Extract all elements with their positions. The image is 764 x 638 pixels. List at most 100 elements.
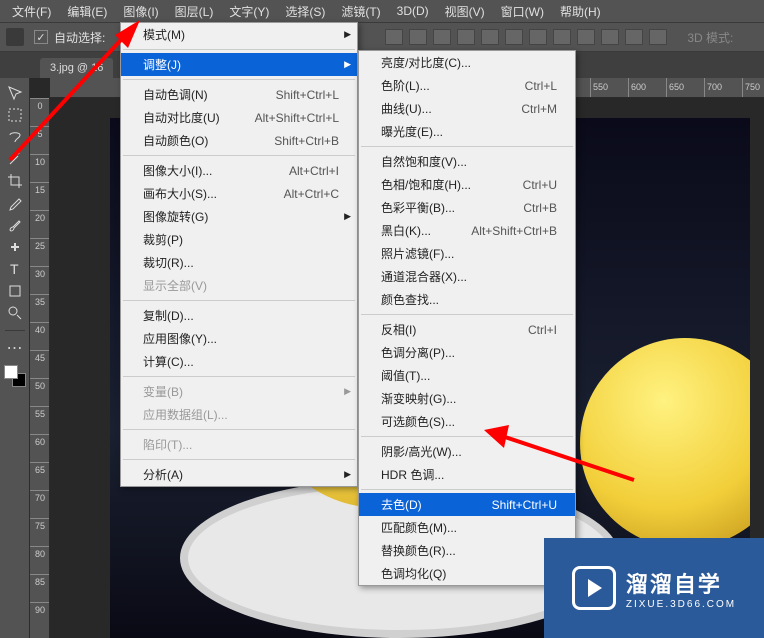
menu-item[interactable]: 颜色查找... xyxy=(359,288,575,311)
foreground-color-swatch[interactable] xyxy=(4,365,18,379)
menu-item-label: 自然饱和度(V)... xyxy=(381,153,467,170)
menu-item[interactable]: 黑白(K)...Alt+Shift+Ctrl+B xyxy=(359,219,575,242)
menu-item[interactable]: 分析(A)▶ xyxy=(121,463,357,486)
crop-tool-icon[interactable] xyxy=(4,172,26,190)
menu-item[interactable]: 计算(C)... xyxy=(121,350,357,373)
menubar-item[interactable]: 图像(I) xyxy=(115,1,166,22)
menu-item[interactable]: 替换颜色(R)... xyxy=(359,539,575,562)
menu-item[interactable]: 裁切(R)... xyxy=(121,251,357,274)
menubar-item[interactable]: 窗口(W) xyxy=(493,1,552,22)
menu-item[interactable]: 阈值(T)... xyxy=(359,364,575,387)
type-tool-icon[interactable]: T xyxy=(4,260,26,278)
healing-tool-icon[interactable] xyxy=(4,238,26,256)
align-icon[interactable] xyxy=(385,29,403,45)
ruler-tick: 15 xyxy=(30,182,50,195)
menu-item-label: 画布大小(S)... xyxy=(143,185,217,202)
align-icon[interactable] xyxy=(553,29,571,45)
ruler-tick: 0 xyxy=(30,98,50,111)
menu-item[interactable]: 色相/饱和度(H)...Ctrl+U xyxy=(359,173,575,196)
play-icon xyxy=(572,566,616,610)
align-icon[interactable] xyxy=(601,29,619,45)
menu-item[interactable]: 自动对比度(U)Alt+Shift+Ctrl+L xyxy=(121,106,357,129)
color-swatches[interactable] xyxy=(4,365,26,387)
shape-tool-icon[interactable] xyxy=(4,282,26,300)
logo-main-text: 溜溜自学 xyxy=(626,567,736,599)
menu-item[interactable]: 可选颜色(S)... xyxy=(359,410,575,433)
menu-item[interactable]: 图像大小(I)...Alt+Ctrl+I xyxy=(121,159,357,182)
lasso-tool-icon[interactable] xyxy=(4,128,26,146)
menu-item-label: 色阶(L)... xyxy=(381,77,430,94)
align-icon[interactable] xyxy=(625,29,643,45)
menu-item-label: 照片滤镜(F)... xyxy=(381,245,454,262)
menubar-item[interactable]: 3D(D) xyxy=(389,2,437,20)
menubar-item[interactable]: 选择(S) xyxy=(277,1,333,22)
menu-item[interactable]: 色彩平衡(B)...Ctrl+B xyxy=(359,196,575,219)
document-tab[interactable]: 3.jpg @ 16 xyxy=(40,58,113,78)
menu-item[interactable]: 画布大小(S)...Alt+Ctrl+C xyxy=(121,182,357,205)
menu-item[interactable]: 匹配颜色(M)... xyxy=(359,516,575,539)
menu-separator xyxy=(123,300,355,301)
ruler-tick: 600 xyxy=(628,78,646,98)
ruler-tick: 65 xyxy=(30,462,50,475)
menu-item[interactable]: 色调均化(Q) xyxy=(359,562,575,585)
menu-item[interactable]: 阴影/高光(W)... xyxy=(359,440,575,463)
brush-tool-icon[interactable] xyxy=(4,216,26,234)
align-icon[interactable] xyxy=(505,29,523,45)
move-tool-icon[interactable] xyxy=(4,84,26,102)
menu-item[interactable]: 色调分离(P)... xyxy=(359,341,575,364)
menubar-item[interactable]: 滤镜(T) xyxy=(333,1,388,22)
menu-item[interactable]: 曝光度(E)... xyxy=(359,120,575,143)
ruler-tick: 85 xyxy=(30,574,50,587)
menu-item[interactable]: 裁剪(P) xyxy=(121,228,357,251)
align-icon[interactable] xyxy=(433,29,451,45)
menu-item[interactable]: 渐变映射(G)... xyxy=(359,387,575,410)
menu-item-label: 色彩平衡(B)... xyxy=(381,199,455,216)
align-icon[interactable] xyxy=(649,29,667,45)
menu-item-label: 分析(A) xyxy=(143,466,183,483)
more-tools-icon[interactable]: ⋯ xyxy=(4,339,26,357)
menu-item[interactable]: 自然饱和度(V)... xyxy=(359,150,575,173)
image-menu-dropdown: 模式(M)▶ 调整(J)▶ 自动色调(N)Shift+Ctrl+L自动对比度(U)A… xyxy=(120,22,358,487)
menubar-item[interactable]: 文件(F) xyxy=(4,1,59,22)
menu-item[interactable]: 调整(J)▶ xyxy=(121,53,357,76)
menubar-item[interactable]: 视图(V) xyxy=(437,1,493,22)
ruler-tick: 25 xyxy=(30,238,50,251)
menu-item[interactable]: 自动色调(N)Shift+Ctrl+L xyxy=(121,83,357,106)
menubar-item[interactable]: 帮助(H) xyxy=(552,1,609,22)
auto-select-checkbox[interactable] xyxy=(34,30,48,44)
submenu-arrow-icon: ▶ xyxy=(344,211,351,222)
menu-item-label: 黑白(K)... xyxy=(381,222,431,239)
menu-item[interactable]: HDR 色调... xyxy=(359,463,575,486)
align-icon[interactable] xyxy=(481,29,499,45)
menubar-item[interactable]: 编辑(E) xyxy=(59,1,115,22)
menu-item-shortcut: Shift+Ctrl+B xyxy=(274,134,339,148)
menu-item[interactable]: 色阶(L)...Ctrl+L xyxy=(359,74,575,97)
menu-item[interactable]: 亮度/对比度(C)... xyxy=(359,51,575,74)
ruler-tick: 20 xyxy=(30,210,50,223)
align-icon[interactable] xyxy=(457,29,475,45)
align-icon[interactable] xyxy=(409,29,427,45)
ruler-tick: 90 xyxy=(30,602,50,615)
menubar-item[interactable]: 文字(Y) xyxy=(221,1,277,22)
zoom-tool-icon[interactable] xyxy=(4,304,26,322)
menu-item-shortcut: Alt+Shift+Ctrl+L xyxy=(255,111,339,125)
wand-tool-icon[interactable] xyxy=(4,150,26,168)
menu-item[interactable]: 去色(D)Shift+Ctrl+U xyxy=(359,493,575,516)
menu-item[interactable]: 通道混合器(X)... xyxy=(359,265,575,288)
align-icon[interactable] xyxy=(529,29,547,45)
menu-item-label: 应用数据组(L)... xyxy=(143,406,228,423)
menu-item[interactable]: 反相(I)Ctrl+I xyxy=(359,318,575,341)
menu-item[interactable]: 图像旋转(G)▶ xyxy=(121,205,357,228)
menu-item[interactable]: 自动颜色(O)Shift+Ctrl+B xyxy=(121,129,357,152)
marquee-tool-icon[interactable] xyxy=(4,106,26,124)
menu-item[interactable]: 应用图像(Y)... xyxy=(121,327,357,350)
menu-item[interactable]: 曲线(U)...Ctrl+M xyxy=(359,97,575,120)
menu-item-label: 显示全部(V) xyxy=(143,277,207,294)
menu-item[interactable]: 照片滤镜(F)... xyxy=(359,242,575,265)
menu-item[interactable]: 复制(D)... xyxy=(121,304,357,327)
align-icon[interactable] xyxy=(577,29,595,45)
menu-item-label: 图像大小(I)... xyxy=(143,162,212,179)
eyedropper-tool-icon[interactable] xyxy=(4,194,26,212)
menu-item[interactable]: 模式(M)▶ xyxy=(121,23,357,46)
menubar-item[interactable]: 图层(L) xyxy=(167,1,222,22)
